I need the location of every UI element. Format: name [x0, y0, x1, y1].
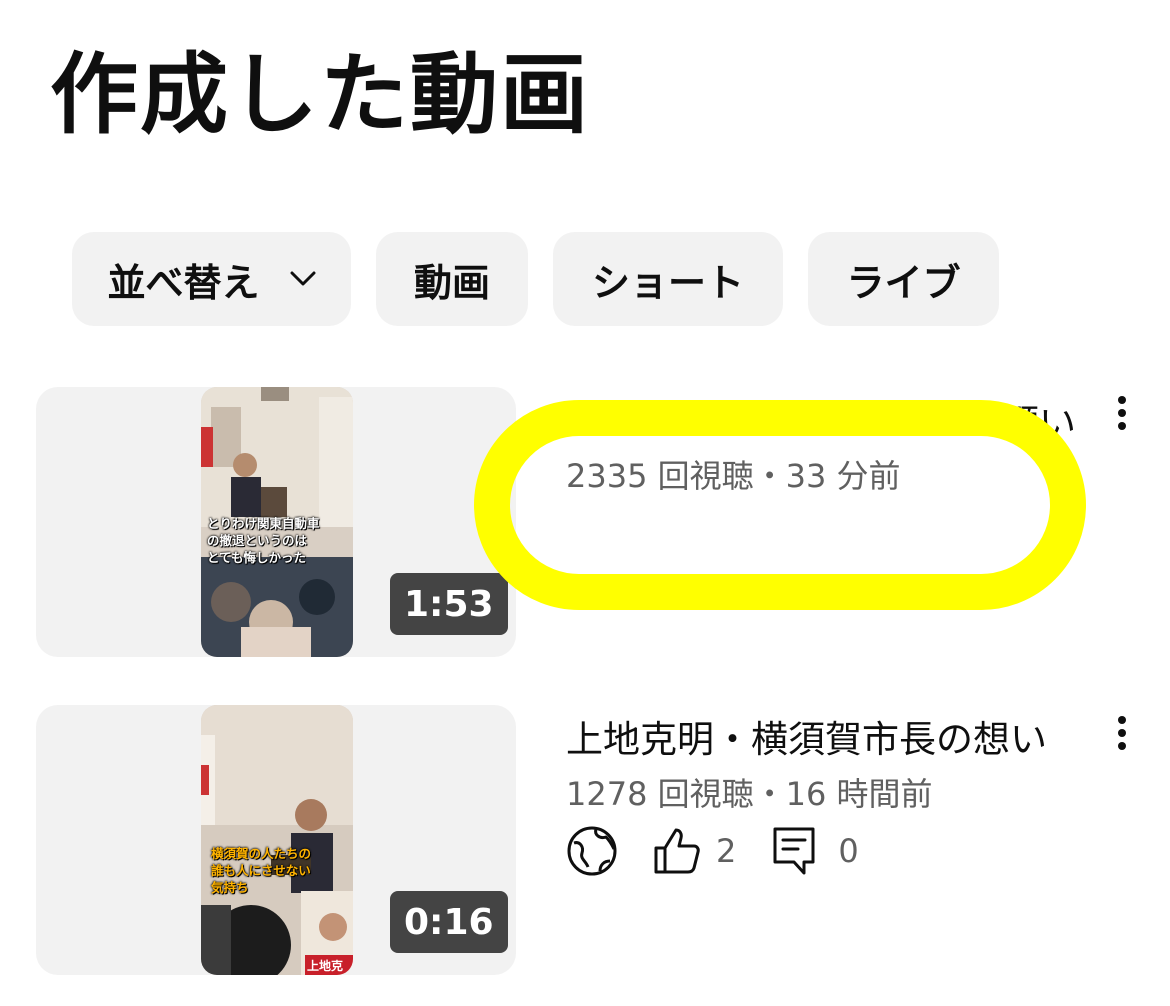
videos-chip-label: 動画 — [413, 260, 490, 305]
sort-chip-label: 並べ替え — [107, 260, 260, 305]
videos-chip[interactable]: 動画 — [376, 232, 528, 326]
shorts-chip-label: ショート — [591, 260, 744, 305]
caption-line: 横須賀の人たちの — [211, 846, 312, 861]
shorts-chip[interactable]: ショート — [553, 232, 783, 326]
video-meta: 2335 回視聴・33 分前 — [566, 457, 901, 495]
more-options-icon[interactable] — [1100, 383, 1144, 443]
caption-line: 気持ち — [211, 880, 249, 895]
video-stats: 2 0 — [566, 823, 859, 879]
caption-line: 誰も人にさせない — [211, 863, 311, 878]
video-title-fragment[interactable]: 願い — [1002, 393, 1076, 447]
poster-text: 上地克 — [307, 959, 344, 973]
comment-icon[interactable] — [772, 826, 816, 876]
live-chip[interactable]: ライブ — [808, 232, 999, 326]
duration-badge: 0:16 — [390, 891, 508, 953]
chevron-down-icon — [290, 271, 316, 287]
caption-line: とりわけ関東自動車 — [207, 516, 320, 531]
video-title[interactable]: 上地克明・横須賀市長の想い — [566, 709, 1047, 763]
comment-count: 0 — [838, 832, 859, 870]
live-chip-label: ライブ — [846, 260, 961, 305]
sort-chip[interactable]: 並べ替え — [72, 232, 351, 326]
video-thumbnail[interactable]: 横須賀の人たちの 誰も人にさせない 気持ち 上地克 0:16 — [36, 705, 516, 975]
video-item[interactable]: 横須賀の人たちの 誰も人にさせない 気持ち 上地克 0:16 上地克明・横須賀市… — [0, 705, 1170, 977]
caption-line: とても悔しかった — [207, 550, 307, 565]
thumbnail-caption: とりわけ関東自動車 の撤退というのは とても悔しかった — [207, 515, 347, 566]
like-count: 2 — [716, 832, 737, 870]
globe-icon — [566, 825, 618, 877]
caption-line: の撤退というのは — [207, 533, 308, 548]
video-item[interactable]: とりわけ関東自動車 の撤退というのは とても悔しかった 1:53 願い 2335… — [0, 387, 1170, 659]
video-thumbnail[interactable]: とりわけ関東自動車 の撤退というのは とても悔しかった 1:53 — [36, 387, 516, 657]
thumbnail-image: とりわけ関東自動車 の撤退というのは とても悔しかった — [201, 387, 353, 657]
duration-badge: 1:53 — [390, 573, 508, 635]
page-title: 作成した動画 — [50, 43, 591, 146]
video-meta: 1278 回視聴・16 時間前 — [566, 775, 933, 813]
thumbnail-caption: 横須賀の人たちの 誰も人にさせない 気持ち — [211, 845, 351, 896]
thumbnail-image: 横須賀の人たちの 誰も人にさせない 気持ち 上地克 — [201, 705, 353, 975]
like-icon[interactable] — [652, 826, 702, 876]
more-options-icon[interactable] — [1100, 703, 1144, 763]
